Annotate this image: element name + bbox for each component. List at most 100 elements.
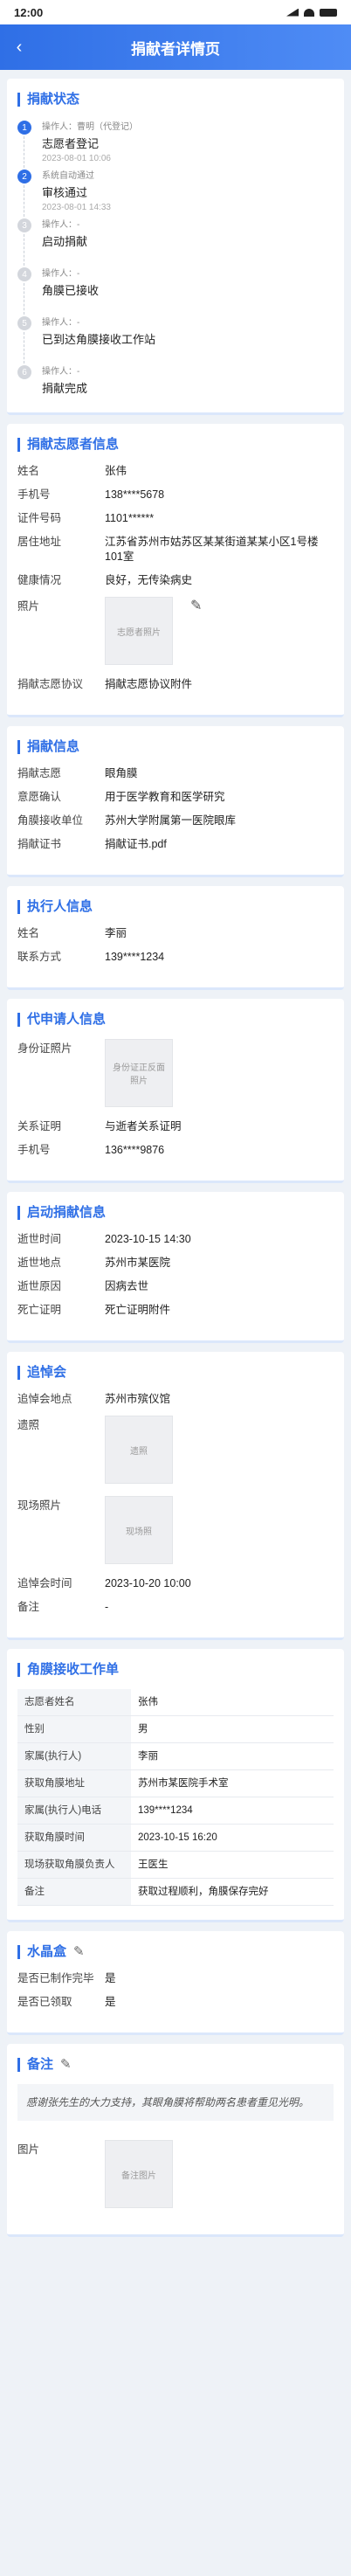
field-value: 苏州大学附属第一医院眼库 (105, 814, 237, 827)
back-icon[interactable]: ‹ (10, 37, 28, 58)
info-row: 逝世原因 因病去世 (17, 1279, 334, 1294)
step-status: 启动捐献 (42, 235, 88, 248)
status-step: 3 操作人：- 启动捐献 (17, 217, 334, 266)
table-key: 备注 (17, 1878, 131, 1906)
volunteer-photo[interactable]: 志愿者照片 (105, 597, 173, 665)
info-row: 逝世时间 2023-10-15 14:30 (17, 1232, 334, 1247)
field-label: 逝世原因 (17, 1280, 62, 1292)
info-row: 备注 - (17, 1600, 334, 1615)
table-value: 获取过程顺利，角膜保存完好 (131, 1878, 334, 1906)
memorial-card: 追悼会 追悼会地点 苏州市殡仪馆 遗照 遗照 现场照片 现场照 追悼会时间 2023… (7, 1352, 344, 1640)
info-row: 意愿确认 用于医学教育和医学研究 (17, 790, 334, 805)
section-title: 捐献状态 (17, 93, 334, 107)
table-row: 现场获取角膜负责人 王医生 (17, 1851, 334, 1879)
donation-status-card: 捐献状态 1 操作人：曹明（代登记） 志愿者登记 2023-08-01 10:0… (7, 79, 344, 415)
page-title: 捐献者详情页 (131, 40, 220, 58)
field-label: 姓名 (17, 465, 40, 477)
step-time: 2023-08-01 14:33 (42, 203, 111, 212)
info-row: 追悼会时间 2023-10-20 10:00 (17, 1576, 334, 1591)
edit-icon[interactable]: ✎ (73, 1945, 85, 1959)
relation-proof-link[interactable]: 与逝者关系证明 (105, 1119, 334, 1134)
step-number: 5 (17, 316, 31, 330)
section-title: 水晶盒 ✎ (17, 1945, 334, 1959)
volunteer-info-card: 捐献志愿者信息 姓名 张伟 手机号 138****5678 证件号码 1101****… (7, 424, 344, 717)
nav-bar: ‹ 捐献者详情页 (0, 24, 351, 70)
step-number: 2 (17, 170, 31, 184)
table-value: 男 (131, 1715, 334, 1743)
info-row: 是否已制作完毕是 (17, 1971, 334, 1986)
status-step: 2 系统自动通过 审核通过 2023-08-01 14:33 (17, 168, 334, 217)
signal-icon (286, 8, 299, 17)
table-value: 139****1234 (131, 1797, 334, 1825)
field-label: 逝世地点 (17, 1257, 62, 1269)
field-label: 追悼会时间 (17, 1577, 72, 1589)
wifi-icon (304, 8, 314, 17)
remark-card: 备注 ✎ 感谢张先生的大力支持，其眼角膜将帮助两名患者重见光明。 图片 备注图片 (7, 2044, 344, 2237)
certificate-link[interactable]: 捐献证书.pdf (105, 837, 334, 852)
worksheet-table: 志愿者姓名 张伟 性别男 家属(执行人) 李丽 获取角膜地址 苏州市某医院手术室 家属… (17, 1689, 334, 1906)
step-status: 审核通过 (42, 186, 88, 199)
field-value: 136****9876 (105, 1144, 165, 1156)
info-row: 姓名 张伟 (17, 464, 334, 479)
table-row: 志愿者姓名 张伟 (17, 1689, 334, 1716)
id-card-photo[interactable]: 身份证正反面照片 (105, 1039, 173, 1107)
field-label: 捐献证书 (17, 838, 62, 850)
remark-photo[interactable]: 备注图片 (105, 2140, 173, 2208)
field-label: 死亡证明 (17, 1304, 62, 1316)
edit-icon[interactable]: ✎ (60, 2058, 72, 2072)
field-label: 是否已领取 (17, 1996, 72, 2008)
field-value: 眼角膜 (105, 767, 138, 779)
field-value: - (105, 1601, 109, 1613)
step-number: 3 (17, 218, 31, 232)
info-row: 健康情况 良好，无传染病史 (17, 573, 334, 588)
table-key: 家属(执行人)电话 (17, 1797, 131, 1825)
field-label: 手机号 (17, 1144, 51, 1156)
field-value: 138****5678 (105, 488, 165, 501)
crystal-box-card: 水晶盒 ✎ 是否已制作完毕是 是否已领取 是 (7, 1931, 344, 2035)
field-label: 追悼会地点 (17, 1393, 72, 1405)
field-label: 健康情况 (17, 574, 62, 586)
status-step: 4 操作人：- 角膜已接收 (17, 266, 334, 315)
table-key: 现场获取角膜负责人 (17, 1851, 131, 1879)
table-value: 张伟 (131, 1689, 334, 1716)
death-certificate-link[interactable]: 死亡证明附件 (105, 1303, 334, 1318)
info-row: 死亡证明 死亡证明附件 (17, 1303, 334, 1318)
field-label: 逝世时间 (17, 1233, 62, 1245)
edit-icon[interactable]: ✎ (190, 597, 202, 665)
status-icons (286, 8, 337, 17)
info-row: 逝世地点 苏州市某医院 (17, 1256, 334, 1271)
field-value: 2023-10-20 10:00 (105, 1577, 191, 1589)
table-row: 备注 获取过程顺利，角膜保存完好 (17, 1878, 334, 1906)
info-row: 是否已领取 是 (17, 1995, 334, 2010)
field-label: 居住地址 (17, 536, 62, 548)
step-operator: 操作人：- (42, 318, 80, 328)
table-row: 家属(执行人) 李丽 (17, 1742, 334, 1770)
field-label: 捐献志愿 (17, 767, 62, 779)
section-title: 启动捐献信息 (17, 1206, 334, 1220)
table-row: 获取角膜时间 2023-10-15 16:20 (17, 1824, 334, 1852)
field-label: 照片 (17, 600, 40, 613)
portrait-photo[interactable]: 遗照 (105, 1416, 173, 1484)
photo-row: 现场照片 现场照 (17, 1496, 334, 1564)
scene-photo[interactable]: 现场照 (105, 1496, 173, 1564)
section-title: 追悼会 (17, 1366, 334, 1380)
field-label: 姓名 (17, 927, 40, 939)
start-donation-card: 启动捐献信息 逝世时间 2023-10-15 14:30 逝世地点 苏州市某医院 逝… (7, 1192, 344, 1343)
info-row: 姓名 李丽 (17, 926, 334, 941)
field-value: 苏州市殡仪馆 (105, 1393, 171, 1405)
field-label: 现场照片 (17, 1499, 62, 1512)
cornea-worksheet-card: 角膜接收工作单 志愿者姓名 张伟 性别男 家属(执行人) 李丽 获取角膜地址 苏州市某… (7, 1649, 344, 1922)
table-key: 性别 (17, 1715, 131, 1743)
step-number: 4 (17, 267, 31, 281)
info-row: 手机号 136****9876 (17, 1143, 334, 1158)
status-step: 1 操作人：曹明（代登记） 志愿者登记 2023-08-01 10:06 (17, 119, 334, 168)
field-label: 遗照 (17, 1419, 40, 1431)
info-row: 捐献志愿协议 捐献志愿协议附件 (17, 677, 334, 692)
status-step: 6 操作人：- 捐献完成 (17, 364, 334, 398)
step-operator: 操作人：曹明（代登记） (42, 122, 138, 132)
field-value: 用于医学教育和医学研究 (105, 791, 225, 803)
agreement-link[interactable]: 捐献志愿协议附件 (105, 677, 334, 692)
info-row: 捐献证书 捐献证书.pdf (17, 837, 334, 852)
field-value: 张伟 (105, 465, 127, 477)
applicant-info-card: 代申请人信息 身份证照片 身份证正反面照片 关系证明 与逝者关系证明 手机号 136… (7, 999, 344, 1183)
